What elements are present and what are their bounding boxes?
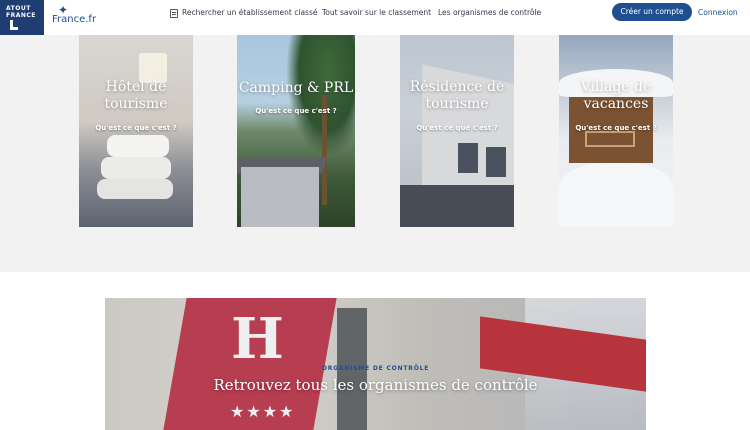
france-fr-logo[interactable]: ✦ France.fr <box>50 2 100 32</box>
card-title-line2: tourisme <box>425 96 489 112</box>
card-title-line1: Camping & PRL <box>238 80 354 96</box>
create-account-button[interactable]: Créer un compte <box>612 3 692 21</box>
card-title-line1: Résidence de <box>409 79 505 95</box>
atout-logo-line2: FRANCE <box>6 12 36 19</box>
card-cta[interactable]: Qu'est ce que c'est ? <box>400 124 514 132</box>
card-camping-prl[interactable]: Camping & PRL Qu'est ce que c'est ? <box>237 35 355 227</box>
nav-search-establishment[interactable]: Rechercher un établissement classé <box>170 0 318 35</box>
towel-image <box>101 157 171 179</box>
login-link[interactable]: Connexion <box>698 0 738 25</box>
card-title-line1: Hôtel de <box>105 79 167 95</box>
control-bodies-banner[interactable]: H ★★★★ ORGANISME DE CONTRÔLE Retrouvez t… <box>105 298 646 430</box>
card-hotel-tourisme[interactable]: Hôtel de tourisme Qu'est ce que c'est ? <box>79 35 193 227</box>
card-cta[interactable]: Qu'est ce que c'est ? <box>237 107 355 115</box>
building-base-image <box>400 185 514 227</box>
towel-image <box>97 179 173 199</box>
nav-search-label: Rechercher un établissement classé <box>182 8 318 17</box>
card-title-line1: Village de <box>580 79 652 95</box>
towel-image <box>107 135 169 157</box>
banner-kicker: ORGANISME DE CONTRÔLE <box>321 365 430 372</box>
card-cta[interactable]: Qu'est ce que c'est ? <box>559 124 673 132</box>
snow-image <box>559 163 673 227</box>
banner-overlay <box>105 298 646 430</box>
establishment-types-section: Hôtel de tourisme Qu'est ce que c'est ? … <box>0 35 750 272</box>
card-cta[interactable]: Qu'est ce que c'est ? <box>79 124 193 132</box>
balcony-image <box>585 131 635 147</box>
france-fr-logo-text: France.fr <box>52 14 97 25</box>
card-village-vacances[interactable]: Village de vacances Qu'est ce que c'est … <box>559 35 673 227</box>
nav-control-bodies[interactable]: Les organismes de contrôle <box>438 0 541 35</box>
window-image <box>486 147 506 177</box>
document-icon <box>170 8 178 18</box>
atout-logo-mark-icon <box>10 20 18 30</box>
banner-headline[interactable]: Retrouvez tous les organismes de contrôl… <box>105 376 646 394</box>
window-image <box>458 143 478 173</box>
card-title-line2: tourisme <box>104 96 168 112</box>
site-header: ATOUT FRANCE ✦ France.fr Rechercher un é… <box>0 0 750 35</box>
card-title-line2: vacances <box>583 96 649 112</box>
card-residence-tourisme[interactable]: Résidence de tourisme Qu'est ce que c'es… <box>400 35 514 227</box>
chalet-image <box>241 167 319 227</box>
atout-france-logo[interactable]: ATOUT FRANCE <box>0 0 44 35</box>
atout-logo-line1: ATOUT <box>6 5 31 12</box>
nav-classification-info[interactable]: Tout savoir sur le classement <box>322 0 431 35</box>
